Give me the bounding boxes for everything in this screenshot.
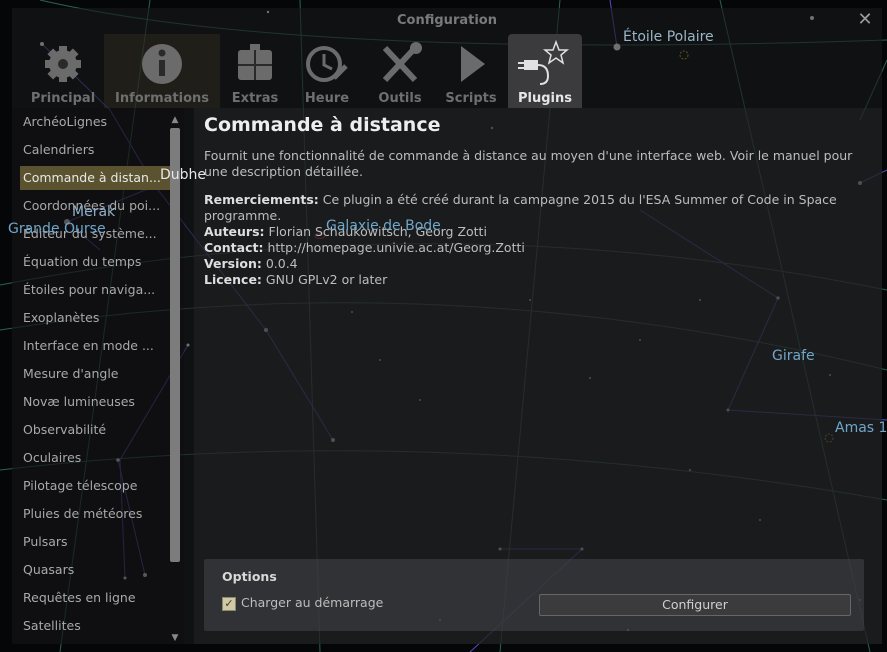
list-item[interactable]: Oculaires: [20, 446, 171, 470]
tools-icon: [382, 42, 422, 83]
options-title: Options: [222, 569, 277, 584]
window-title: Configuration: [397, 13, 497, 28]
list-item[interactable]: Interface en mode ...: [20, 334, 171, 358]
list-item[interactable]: Équation du temps: [20, 250, 171, 274]
extras-gear-icon: [238, 44, 272, 80]
tab-label: Heure: [304, 91, 350, 106]
plug-star-icon: [518, 39, 570, 85]
list-item[interactable]: Satellites: [20, 614, 171, 638]
plugin-details: Commande à distance Fournit une fonction…: [194, 108, 882, 644]
plugin-description: Fournit une fonctionnalité de commande à…: [204, 148, 853, 179]
tab-scripts[interactable]: Scripts: [432, 34, 510, 108]
scroll-thumb[interactable]: [170, 128, 180, 562]
tab-label: Principal: [30, 91, 96, 106]
tab-principal[interactable]: Principal: [24, 34, 102, 108]
version-label: Version:: [204, 256, 262, 271]
list-item[interactable]: Étoiles pour naviga...: [20, 278, 171, 302]
list-item[interactable]: ArchéoLignes: [20, 110, 171, 134]
options-group: Options ✓ Charger au démarrage Configure…: [204, 559, 864, 631]
list-item[interactable]: Requêtes en ligne: [20, 586, 171, 610]
plugin-list-scrollbar[interactable]: ▲ ▼: [168, 114, 182, 644]
configure-button[interactable]: Configurer: [539, 594, 851, 616]
sky-label-camelopardalis: Girafe: [772, 348, 815, 364]
list-item[interactable]: Novæ lumineuses: [20, 390, 171, 414]
list-item-selected[interactable]: Commande à distan...: [20, 166, 171, 190]
tab-heure[interactable]: Heure: [288, 34, 366, 108]
sky-label-merak: Merak: [72, 204, 116, 220]
contact-label: Contact:: [204, 240, 264, 255]
tab-outils[interactable]: Outils: [361, 34, 439, 108]
list-item[interactable]: Exoplanètes: [20, 306, 171, 330]
authors-label: Auteurs:: [204, 224, 265, 239]
clock-wrench-icon: [306, 46, 348, 82]
gear-icon: [45, 46, 81, 82]
list-item[interactable]: Pluies de météores: [20, 502, 171, 526]
tab-bar: Principal Informations Extras Heure Outi…: [12, 34, 882, 108]
tab-plugins[interactable]: Plugins: [508, 34, 582, 108]
tab-label: Scripts: [445, 91, 497, 106]
scroll-up-icon[interactable]: ▲: [168, 114, 182, 126]
sky-label-dubhe: Dubhe: [160, 167, 207, 183]
info-icon: [142, 44, 182, 84]
play-icon: [461, 46, 485, 82]
sky-label-ursa-major: Grande Ourse: [8, 221, 106, 237]
load-at-startup-label[interactable]: Charger au démarrage: [241, 595, 383, 610]
sky-label-bode: Galaxie de Bode: [326, 218, 441, 234]
version-text: 0.0.4: [265, 256, 298, 271]
list-item[interactable]: Mesure d'angle: [20, 362, 171, 386]
close-icon[interactable]: ✕: [855, 10, 875, 30]
contact-link[interactable]: http://homepage.univie.ac.at/Georg.Zotti: [267, 240, 524, 255]
thanks-label: Remerciements:: [204, 192, 319, 207]
tab-extras[interactable]: Extras: [216, 34, 294, 108]
list-item[interactable]: Observabilité: [20, 418, 171, 442]
list-item[interactable]: Calendriers: [20, 138, 171, 162]
plugin-title: Commande à distance: [204, 114, 441, 136]
tab-label: Outils: [378, 91, 422, 106]
load-at-startup-checkbox[interactable]: ✓: [222, 597, 236, 611]
tab-informations[interactable]: Informations: [104, 34, 220, 108]
sky-label-polaris: Étoile Polaire: [623, 29, 714, 45]
plugin-info: Remerciements: Ce plugin a été créé dura…: [204, 192, 859, 288]
license-text: GNU GPLv2 or later: [265, 272, 388, 287]
sky-label-cluster: Amas 1: [835, 420, 887, 436]
tab-label: Plugins: [518, 91, 572, 106]
plugin-list: ArchéoLignes Calendriers Commande à dist…: [12, 108, 184, 644]
tab-label: Extras: [231, 91, 279, 106]
list-item[interactable]: Pilotage télescope: [20, 474, 171, 498]
configuration-window: Configuration ✕ Principal Informations E…: [12, 8, 882, 644]
scroll-down-icon[interactable]: ▼: [168, 632, 182, 644]
license-label: Licence:: [204, 272, 262, 287]
list-item[interactable]: Pulsars: [20, 530, 171, 554]
tab-label: Informations: [114, 91, 209, 106]
list-item[interactable]: Quasars: [20, 558, 171, 582]
